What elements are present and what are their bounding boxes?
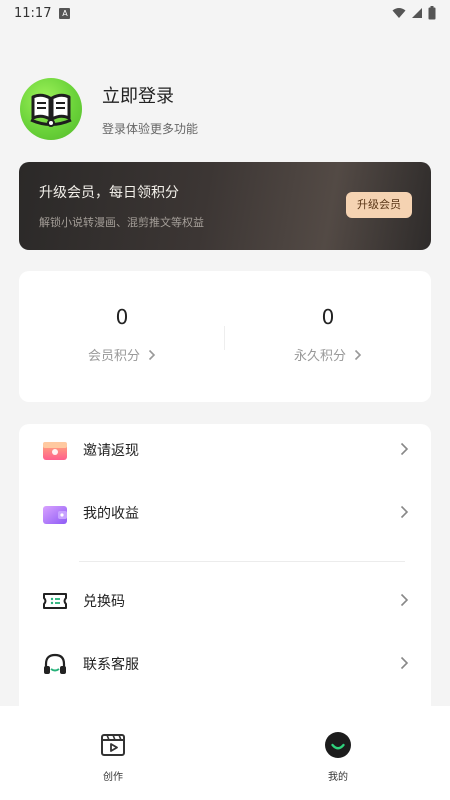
status-bar: 11:17 A bbox=[0, 0, 450, 26]
menu-label-redeem: 兑换码 bbox=[83, 594, 125, 610]
permanent-points-value: 0 bbox=[321, 305, 335, 329]
redeem-code-icon bbox=[43, 593, 67, 609]
chevron-right-icon bbox=[148, 349, 156, 360]
chevron-right-icon bbox=[400, 505, 409, 519]
login-title[interactable]: 立即登录 bbox=[102, 82, 198, 108]
vip-description: 解锁小说转漫画、混剪推文等权益 bbox=[39, 216, 204, 229]
profile-text: 立即登录 登录体验更多功能 bbox=[102, 82, 198, 137]
menu-item-earnings[interactable]: 我的收益 bbox=[19, 493, 431, 533]
permanent-points[interactable]: 0 永久积分 bbox=[225, 305, 431, 364]
menu-item-redeem[interactable]: 兑换码 bbox=[19, 581, 431, 621]
member-points-value: 0 bbox=[115, 305, 129, 329]
headphones-icon bbox=[44, 653, 66, 674]
smile-avatar-icon bbox=[325, 732, 351, 758]
create-icon bbox=[101, 734, 125, 756]
nav-item-create[interactable]: 创作 bbox=[73, 732, 153, 783]
menu-label-earnings: 我的收益 bbox=[83, 506, 139, 522]
bottom-nav: 创作 我的 bbox=[0, 706, 450, 800]
status-icons bbox=[392, 6, 436, 20]
wallet-icon bbox=[43, 506, 67, 524]
menu-label-support: 联系客服 bbox=[83, 657, 139, 673]
vip-upgrade-card[interactable]: 升级会员，每日领积分 解锁小说转漫画、混剪推文等权益 升级会员 bbox=[19, 162, 431, 250]
vip-title: 升级会员，每日领积分 bbox=[39, 185, 179, 201]
book-logo-icon bbox=[30, 93, 72, 127]
battery-icon bbox=[428, 6, 436, 20]
permanent-points-label: 永久积分 bbox=[294, 345, 362, 364]
menu-item-invite[interactable]: 邀请返现 bbox=[19, 430, 431, 470]
chevron-right-icon bbox=[354, 349, 362, 360]
member-points[interactable]: 0 会员积分 bbox=[19, 305, 225, 364]
menu-card: 邀请返现 我的收益 兑换码 联系客服 bbox=[19, 424, 431, 724]
nav-item-mine[interactable]: 我的 bbox=[298, 732, 378, 783]
avatar[interactable] bbox=[20, 78, 82, 140]
menu-item-support[interactable]: 联系客服 bbox=[19, 644, 431, 684]
member-points-label: 会员积分 bbox=[88, 345, 156, 364]
nav-label-mine: 我的 bbox=[328, 772, 348, 783]
nav-label-create: 创作 bbox=[103, 772, 123, 783]
points-card: 0 会员积分 0 永久积分 bbox=[19, 271, 431, 402]
upgrade-vip-button[interactable]: 升级会员 bbox=[346, 192, 412, 218]
status-time: 11:17 bbox=[14, 5, 52, 21]
notification-icon: A bbox=[59, 7, 71, 19]
signal-icon bbox=[412, 8, 422, 18]
menu-label-invite: 邀请返现 bbox=[83, 443, 139, 459]
wifi-icon bbox=[392, 8, 406, 18]
chevron-right-icon bbox=[400, 593, 409, 607]
permanent-points-text: 永久积分 bbox=[293, 349, 346, 364]
login-subtitle: 登录体验更多功能 bbox=[102, 121, 199, 136]
menu-divider bbox=[79, 561, 405, 562]
member-points-text: 会员积分 bbox=[87, 349, 140, 364]
chevron-right-icon bbox=[400, 442, 409, 456]
profile-header[interactable]: 立即登录 登录体验更多功能 bbox=[20, 77, 430, 141]
chevron-right-icon bbox=[400, 656, 409, 670]
invite-gift-icon bbox=[43, 442, 67, 460]
